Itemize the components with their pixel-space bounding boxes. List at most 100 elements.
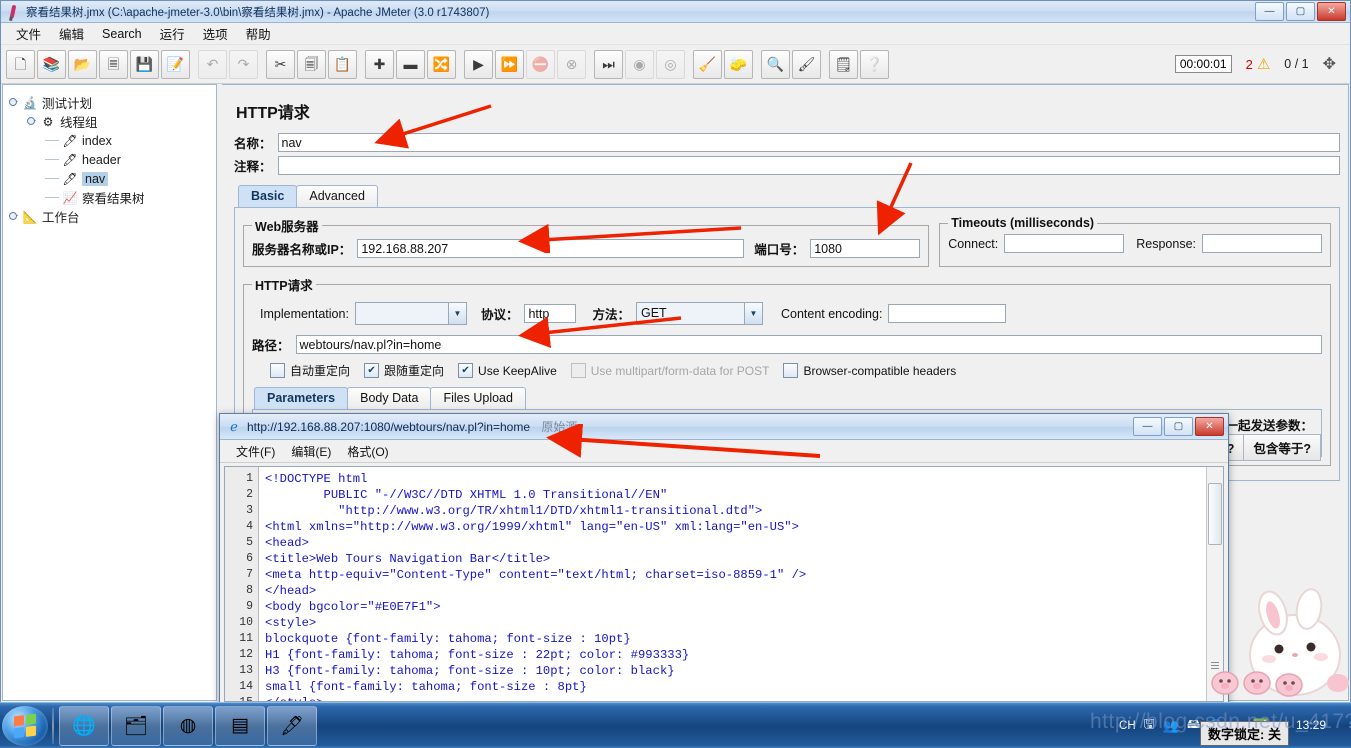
collapse-icon[interactable]: ▬ (396, 49, 425, 79)
line-number: 15 (225, 695, 253, 701)
copy-icon[interactable]: 🗐 (297, 49, 326, 79)
checkbox-label: Use multipart/form-data for POST (590, 363, 770, 378)
source-menu-edit[interactable]: 编辑(E) (283, 441, 339, 462)
tab-body-data[interactable]: Body Data (347, 387, 432, 409)
tree-node-6[interactable]: 📐 工作台 (9, 207, 216, 226)
menu-run[interactable]: 运行 (151, 22, 194, 45)
expand-icon[interactable]: ✚ (365, 49, 394, 79)
open-icon[interactable]: 📂 (68, 49, 97, 79)
save-icon[interactable]: 💾 (130, 49, 159, 79)
connect-input[interactable] (1004, 234, 1125, 253)
source-maximize-button[interactable]: ▢ (1164, 417, 1193, 436)
taskbar-explorer[interactable]: 🗂 (111, 705, 161, 746)
code-line: <!DOCTYPE html (265, 472, 368, 486)
menu-help[interactable]: 帮助 (237, 22, 280, 45)
port-input[interactable]: 1080 (810, 239, 921, 258)
server-label: 服务器名称或IP： (252, 243, 352, 257)
web-server-legend: Web服务器 (255, 220, 319, 234)
response-input[interactable] (1202, 234, 1322, 253)
checkbox-0[interactable]: 自动重定向 (270, 362, 350, 379)
expand-icon[interactable]: ✥ (1323, 54, 1336, 74)
tree-expander-icon[interactable] (9, 97, 20, 108)
save-as-icon[interactable]: 📝 (161, 49, 190, 79)
templates-icon[interactable]: 📚 (37, 49, 66, 79)
name-input[interactable]: nav (277, 133, 1340, 152)
source-minimize-button[interactable]: — (1133, 417, 1162, 436)
tree-expander-icon[interactable] (9, 211, 20, 222)
source-vertical-scrollbar[interactable] (1206, 467, 1223, 701)
content-encoding-input[interactable] (888, 304, 1007, 323)
tray-icon-1[interactable]: 👥 (1163, 718, 1179, 734)
source-code-text[interactable]: <!DOCTYPE html PUBLIC "-//W3C//DTD XHTML… (259, 467, 1206, 701)
tree-node-3[interactable]: 🖊 header (9, 150, 216, 169)
tree-node-label: 工作台 (42, 211, 80, 225)
tab-basic[interactable]: Basic (238, 185, 298, 207)
cut-icon[interactable]: ✂ (266, 49, 295, 79)
start-icon[interactable]: ▶ (464, 49, 493, 79)
close-icon[interactable]: 🗏 (99, 49, 128, 79)
source-menu-format[interactable]: 格式(O) (339, 441, 396, 462)
toggle-icon[interactable]: 🔀 (427, 49, 456, 79)
line-number: 4 (246, 520, 253, 533)
code-line: </style> (265, 695, 1206, 701)
warning-icon[interactable]: ⚠ (1257, 55, 1270, 73)
menu-search[interactable]: Search (93, 25, 151, 43)
minimize-button[interactable]: — (1255, 2, 1284, 21)
tree-node-1[interactable]: ⚙ 线程组 (9, 112, 216, 131)
new-icon[interactable]: 🗋 (6, 49, 35, 79)
checkbox-1[interactable]: ✔ 跟随重定向 (364, 362, 444, 379)
menu-file[interactable]: 文件 (7, 22, 50, 45)
implementation-select[interactable]: ▼ (354, 302, 467, 325)
tray-icon-2[interactable]: 🖴 (1187, 715, 1200, 737)
menu-options[interactable]: 选项 (194, 22, 237, 45)
content-encoding-label: Content encoding: (780, 306, 883, 321)
method-select[interactable]: GET ▼ (635, 302, 763, 325)
tab-advanced[interactable]: Advanced (296, 185, 378, 207)
source-view-window: ℯ http://192.168.88.207:1080/webtours/na… (219, 413, 1229, 707)
checkbox-4[interactable]: Browser-compatible headers (783, 363, 956, 378)
tab-parameters[interactable]: Parameters (254, 387, 349, 409)
code-line: <body bgcolor="#E0E7F1"> (265, 600, 441, 614)
ime-indicator[interactable]: CH (1119, 720, 1136, 732)
search-icon[interactable]: 🔍 (761, 49, 790, 79)
clear-all-icon[interactable]: 🧽 (724, 49, 753, 79)
checkbox-2[interactable]: ✔ Use KeepAlive (458, 363, 557, 378)
scrollbar-thumb[interactable] (1208, 483, 1222, 545)
clear-icon[interactable]: 🧹 (693, 49, 722, 79)
taskbar-cmd[interactable]: ▤ (215, 705, 265, 746)
start-button[interactable] (2, 705, 48, 746)
remote-start-all-icon[interactable]: ⏭ (594, 49, 623, 79)
taskbar-chrome[interactable]: ◍ (163, 705, 213, 746)
tree-node-2[interactable]: 🖊 index (9, 131, 216, 150)
tab-files-upload[interactable]: Files Upload (430, 387, 526, 409)
tree-node-5[interactable]: 📈 察看结果树 (9, 188, 216, 207)
tree-node-0[interactable]: 🔬 测试计划 (9, 93, 216, 112)
chevron-down-icon: ▼ (743, 303, 762, 324)
tree-node-4[interactable]: 🖊 nav (9, 169, 216, 188)
function-helper-icon[interactable]: 🗒 (829, 49, 858, 79)
chevron-down-icon: ▼ (447, 303, 466, 324)
test-plan-tree[interactable]: 🔬 测试计划 ⚙ 线程组 🖊 index 🖊 header 🖊 nav 📈 察看结果树 📐 工作台 (2, 84, 217, 701)
reset-search-icon[interactable]: 🖌 (792, 49, 821, 79)
source-close-button[interactable]: ✕ (1195, 417, 1224, 436)
maximize-button[interactable]: ▢ (1286, 2, 1315, 21)
taskbar-jmeter[interactable]: 🖋 (267, 705, 317, 746)
source-menu-file[interactable]: 文件(F) (228, 441, 283, 462)
implementation-value (355, 303, 448, 324)
close-button[interactable]: ✕ (1317, 2, 1346, 21)
tree-node-icon: 🖊 (62, 133, 78, 148)
tray-icon-0[interactable]: 🖫 (1144, 715, 1155, 737)
comment-input[interactable] (277, 156, 1340, 175)
help-icon[interactable]: ❔ (860, 49, 889, 79)
windows-taskbar: 🌐🗂◍▤🖋 CH 🖫 👥 🖴 🔵 🖵 ✅ 13:29 数字锁定: 关 (0, 702, 1351, 748)
menu-edit[interactable]: 编辑 (50, 22, 93, 45)
request-options-checkboxes: 自动重定向 ✔ 跟随重定向 ✔ Use KeepAlive Use multipart/f… (252, 362, 1322, 379)
paste-icon[interactable]: 📋 (328, 49, 357, 79)
col-include-equals[interactable]: 包含等于? (1243, 434, 1321, 461)
start-no-pauses-icon[interactable]: ⏩ (495, 49, 524, 79)
path-input[interactable]: webtours/nav.pl?in=home (295, 335, 1322, 354)
protocol-input[interactable]: http (524, 304, 577, 323)
tree-expander-icon[interactable] (27, 116, 38, 127)
taskbar-ie[interactable]: 🌐 (59, 705, 109, 746)
server-input[interactable]: 192.168.88.207 (357, 239, 745, 258)
